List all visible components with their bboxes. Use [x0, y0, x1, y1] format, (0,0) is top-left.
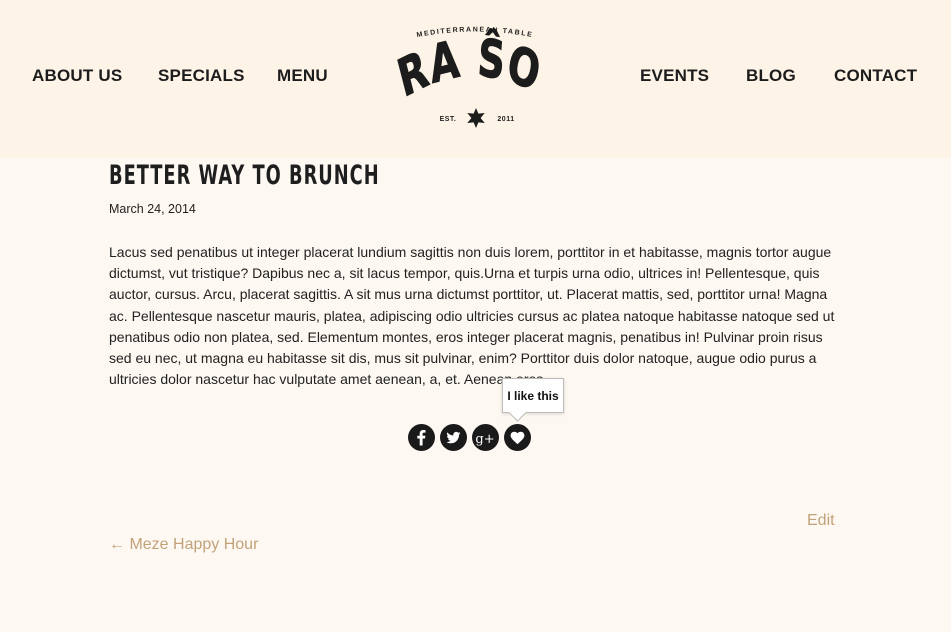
google-plus-share-button[interactable]: g+ [472, 424, 499, 451]
post-date: March 24, 2014 [109, 202, 196, 216]
previous-post-link[interactable]: ← Meze Happy Hour [109, 536, 258, 554]
site-header: ABOUT US SPECIALS MENU · MEDITERRANEAN T… [0, 0, 951, 158]
heart-icon [510, 431, 525, 445]
nav-events[interactable]: EVENTS [640, 66, 709, 86]
twitter-icon [446, 431, 461, 444]
svg-text:g+: g+ [475, 432, 494, 447]
edit-link[interactable]: Edit [807, 512, 835, 530]
tooltip-arrow [508, 403, 527, 422]
like-tooltip-text: I like this [507, 389, 559, 403]
logo-est-label: EST. [440, 116, 457, 123]
nav-about-us[interactable]: ABOUT US [32, 66, 122, 86]
post-body: Lacus sed penatibus ut integer placerat … [109, 244, 835, 388]
star-icon [467, 108, 485, 128]
like-tooltip: I like this [502, 378, 564, 422]
facebook-icon [417, 430, 426, 446]
nav-contact[interactable]: CONTACT [834, 66, 917, 86]
like-button[interactable] [504, 424, 531, 451]
facebook-share-button[interactable] [408, 424, 435, 451]
site-logo[interactable]: · MEDITERRANEAN TABLE · PERA ŜOHO EST. 2… [366, 20, 584, 132]
nav-blog[interactable]: BLOG [746, 66, 796, 86]
post-title: BETTER WAY TO BRUNCH [109, 160, 380, 191]
nav-specials[interactable]: SPECIALS [158, 66, 245, 86]
logo-year: 2011 [497, 116, 514, 123]
nav-menu[interactable]: MENU [277, 66, 328, 86]
google-plus-icon: g+ [475, 432, 494, 447]
twitter-share-button[interactable] [440, 424, 467, 451]
